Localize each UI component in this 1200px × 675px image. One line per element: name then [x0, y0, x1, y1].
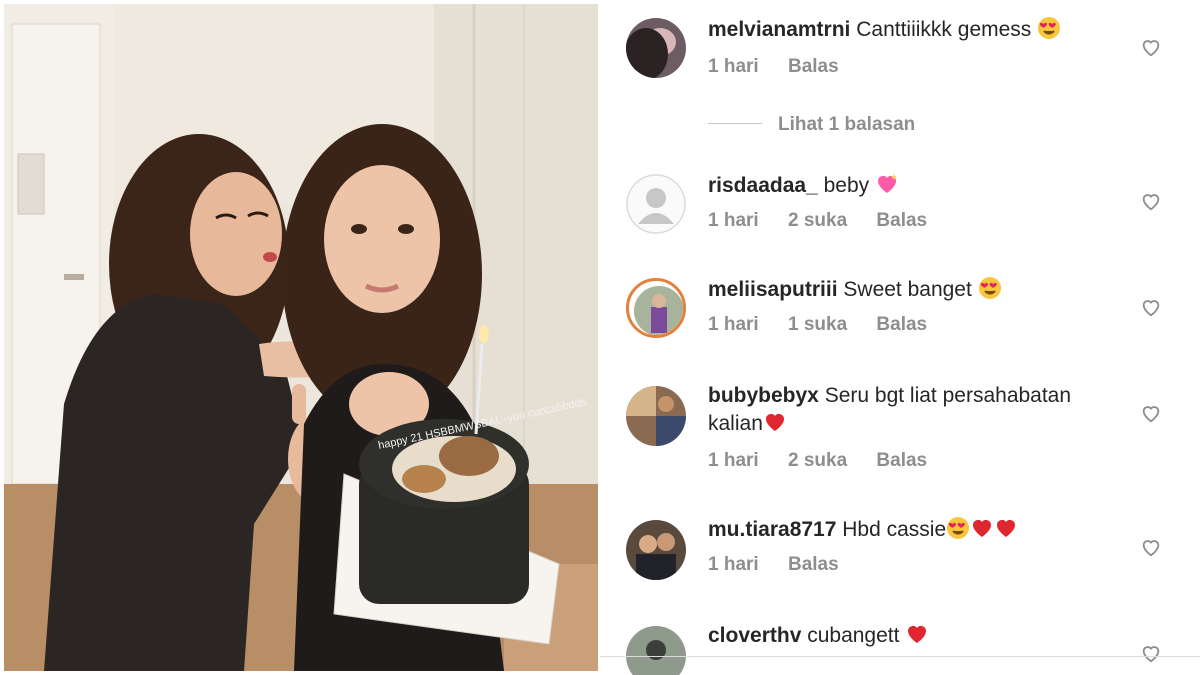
avatar-photo	[626, 386, 686, 446]
comment-meta: 1 hari 1 suka Balas	[708, 314, 951, 336]
comment-time: 1 hari	[708, 210, 759, 231]
comment-reply-link[interactable]: Balas	[788, 56, 839, 77]
comment-meta: 1 hari 2 suka Balas	[708, 210, 951, 232]
like-heart-icon[interactable]	[1140, 642, 1162, 664]
comment-username[interactable]: melvianamtrni	[708, 18, 850, 41]
red-heart-emoji-icon	[765, 414, 784, 431]
comment-body: mu.tiara8717 Hbd cassie	[708, 516, 1118, 544]
post-photo-illustration: happy 21 HSBBMWSBAL -yuu cupcabbdds	[4, 4, 598, 671]
red-heart-emoji-icon	[908, 626, 927, 643]
comment-reply-link[interactable]: Balas	[876, 450, 927, 471]
like-heart-icon[interactable]	[1140, 536, 1162, 558]
like-heart-icon[interactable]	[1140, 190, 1162, 212]
sparkling-heart-emoji-icon	[877, 174, 897, 193]
comment-text: beby	[823, 174, 870, 197]
comment-username[interactable]: bubybebyx	[708, 384, 819, 407]
comment-like-count[interactable]: 2 suka	[788, 210, 847, 231]
comment-like-count[interactable]: 1 suka	[788, 314, 847, 335]
comment-username[interactable]: risdaadaa_	[708, 174, 818, 197]
comment-body: bubybebyx Seru bgt liat persahabatan kal…	[708, 382, 1118, 438]
view-replies-divider	[708, 123, 762, 124]
comment-time: 1 hari	[708, 56, 759, 77]
comment-username[interactable]: meliisaputriii	[708, 278, 838, 301]
heart-eyes-emoji-icon	[1038, 17, 1061, 39]
comment-time: 1 hari	[708, 450, 759, 471]
comments-panel: melvianamtrni Canttiiikkk gemess 1 hari …	[600, 0, 1200, 675]
default-avatar-icon	[626, 174, 686, 234]
comment-meta: 1 hari Balas	[708, 56, 863, 78]
comment-body: risdaadaa_ beby	[708, 172, 1118, 200]
bottom-divider	[600, 656, 1200, 657]
comment-text: Canttiiikkk gemess	[856, 18, 1032, 41]
avatar[interactable]	[626, 18, 686, 78]
comment-reply-link[interactable]: Balas	[876, 210, 927, 231]
comment-text: Sweet banget	[843, 278, 972, 301]
comment-reply-link[interactable]: Balas	[788, 554, 839, 575]
red-heart-emoji-icon	[973, 520, 992, 537]
view-replies-link[interactable]: Lihat 1 balasan	[708, 114, 915, 136]
avatar-story-ring[interactable]	[626, 278, 686, 338]
comment-username[interactable]: cloverthv	[708, 624, 801, 647]
comment-like-count[interactable]: 2 suka	[788, 450, 847, 471]
comment-body: melvianamtrni Canttiiikkk gemess	[708, 16, 1118, 44]
post-photo: happy 21 HSBBMWSBAL -yuu cupcabbdds	[4, 4, 598, 671]
red-heart-emoji-icon	[997, 520, 1016, 537]
comment-text: cubangett	[807, 624, 900, 647]
avatar[interactable]	[626, 626, 686, 675]
avatar[interactable]	[626, 386, 686, 446]
comment-time: 1 hari	[708, 314, 759, 335]
comment-text: Hbd cassie	[842, 518, 947, 541]
like-heart-icon[interactable]	[1140, 296, 1162, 318]
comment-reply-link[interactable]: Balas	[876, 314, 927, 335]
avatar-photo	[626, 18, 686, 78]
comment-meta: 1 hari 2 suka Balas	[708, 450, 951, 472]
avatar-photo	[629, 281, 683, 335]
avatar[interactable]	[626, 174, 686, 234]
comment-body: meliisaputriii Sweet banget	[708, 276, 1118, 304]
avatar-photo	[626, 520, 686, 580]
comment-time: 1 hari	[708, 554, 759, 575]
like-heart-icon[interactable]	[1140, 36, 1162, 58]
comment-meta: 1 hari Balas	[708, 554, 863, 576]
heart-eyes-emoji-icon	[978, 277, 1001, 299]
heart-eyes-emoji-icon	[947, 517, 970, 539]
avatar-photo	[626, 626, 686, 675]
like-heart-icon[interactable]	[1140, 402, 1162, 424]
comment-body: cloverthv cubangett	[708, 622, 1118, 650]
view-replies-label: Lihat 1 balasan	[778, 114, 916, 135]
comment-username[interactable]: mu.tiara8717	[708, 518, 836, 541]
avatar[interactable]	[626, 520, 686, 580]
